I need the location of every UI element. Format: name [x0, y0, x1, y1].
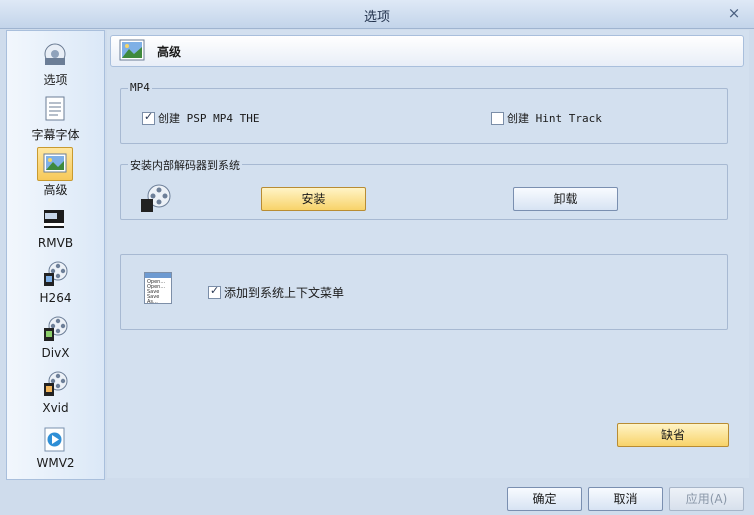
film-reel-icon — [37, 312, 73, 346]
cancel-button[interactable]: 取消 — [588, 487, 663, 511]
install-button[interactable]: 安装 — [261, 187, 366, 211]
sidebar: 选项 字幕字体 高级 RMVB H264 DivX Xvid WMV2 — [6, 30, 105, 480]
sidebar-item-advanced[interactable]: 高级 — [7, 145, 104, 199]
section-header: 高级 — [110, 35, 744, 67]
checkbox-box[interactable] — [208, 284, 221, 299]
film-reel-icon — [37, 367, 73, 401]
hint-track-checkbox[interactable]: 创建 Hint Track — [491, 110, 602, 126]
checkbox-box[interactable] — [491, 111, 504, 125]
options-icon — [37, 37, 73, 71]
context-menu-group: Open... Open... Save Save As... 添加到系统上下文… — [120, 254, 728, 330]
group-label: MP4 — [128, 81, 152, 94]
group-label: 安装内部解码器到系统 — [128, 157, 242, 173]
mp4-group: MP4 创建 PSP MP4 THE 创建 Hint Track — [120, 81, 728, 144]
checkbox-label: 创建 PSP MP4 THE — [158, 112, 260, 125]
film-reel-icon — [37, 257, 73, 291]
media-player-icon — [37, 422, 73, 456]
sidebar-item-label: DivX — [41, 346, 70, 360]
document-icon — [37, 92, 73, 126]
context-menu-icon: Open... Open... Save Save As... — [144, 272, 172, 305]
menu-line: Save As... — [147, 294, 160, 305]
apply-button[interactable]: 应用(A) — [669, 487, 744, 511]
context-menu-checkbox[interactable]: 添加到系统上下文菜单 — [208, 284, 344, 301]
sidebar-item-h264[interactable]: H264 — [7, 255, 104, 309]
window-title: 选项 — [363, 10, 390, 25]
sidebar-item-label: 高级 — [43, 183, 68, 197]
sidebar-item-xvid[interactable]: Xvid — [7, 365, 104, 419]
film-reel-icon — [139, 183, 173, 216]
settings-panel: 高级 MP4 创建 PSP MP4 THE 创建 Hint Track 安装内部… — [107, 30, 749, 478]
psp-mp4-checkbox[interactable]: 创建 PSP MP4 THE — [142, 110, 259, 126]
picture-icon — [118, 38, 146, 65]
page-title: 高级 — [157, 45, 182, 59]
title-bar: 选项 × — [0, 0, 754, 29]
checkbox-label: 添加到系统上下文菜单 — [224, 286, 345, 300]
sidebar-item-label: WMV2 — [36, 456, 75, 470]
default-button[interactable]: 缺省 — [617, 423, 729, 447]
sidebar-item-divx[interactable]: DivX — [7, 310, 104, 364]
close-icon[interactable]: × — [726, 5, 742, 21]
checkbox-box[interactable] — [142, 110, 155, 125]
checkbox-label: 创建 Hint Track — [507, 112, 602, 125]
sidebar-item-rmvb[interactable]: RMVB — [7, 200, 104, 254]
real-video-icon — [37, 202, 73, 236]
picture-icon — [37, 147, 73, 181]
codec-group: 安装内部解码器到系统 安装 卸载 — [120, 157, 728, 220]
sidebar-item-subtitle-font[interactable]: 字幕字体 — [7, 90, 104, 144]
ok-button[interactable]: 确定 — [507, 487, 582, 511]
sidebar-item-label: Xvid — [42, 401, 69, 415]
sidebar-item-label: RMVB — [37, 236, 74, 250]
uninstall-button[interactable]: 卸载 — [513, 187, 618, 211]
sidebar-item-label: H264 — [39, 291, 72, 305]
sidebar-item-wmv2[interactable]: WMV2 — [7, 420, 104, 474]
sidebar-item-label: 选项 — [43, 73, 68, 87]
sidebar-item-options[interactable]: 选项 — [7, 35, 104, 89]
sidebar-item-label: 字幕字体 — [31, 128, 80, 142]
